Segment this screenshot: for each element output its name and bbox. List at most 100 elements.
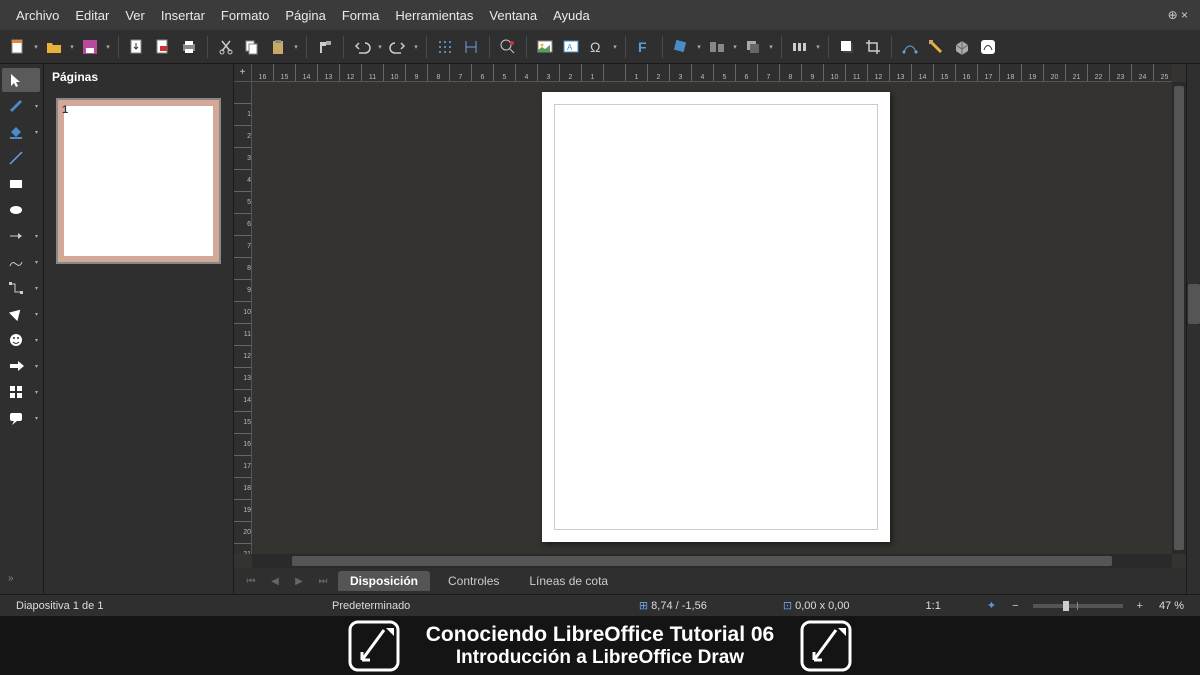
save-icon[interactable] bbox=[78, 35, 102, 59]
extrusion-icon[interactable] bbox=[950, 35, 974, 59]
menu-herramientas[interactable]: Herramientas bbox=[387, 0, 481, 30]
tool-line-color[interactable]: ▾ bbox=[2, 94, 40, 118]
status-page-style[interactable]: Predeterminado bbox=[324, 600, 418, 612]
status-scale[interactable]: 1:1 bbox=[918, 600, 949, 612]
tool-connector[interactable]: ▾ bbox=[2, 276, 40, 300]
svg-text:Ω: Ω bbox=[590, 39, 600, 55]
tool-flowchart[interactable]: ▾ bbox=[2, 380, 40, 404]
tab-nav-first-icon[interactable]: ⏮ bbox=[242, 572, 260, 590]
window-controls-icon[interactable]: ⊕ × bbox=[1164, 8, 1192, 22]
tool-ellipse[interactable] bbox=[2, 198, 40, 222]
toolbox-more-icon[interactable]: » bbox=[2, 566, 40, 590]
tool-callouts[interactable]: ▾ bbox=[2, 406, 40, 430]
align-dropdown[interactable]: ▾ bbox=[731, 43, 739, 51]
tab-disposicion[interactable]: Disposición bbox=[338, 571, 430, 591]
workspace: ▾ ▾ ▾ ▾ ▾ ▾ ▾ ▾ ▾ ▾ » Páginas 1 + 161514… bbox=[0, 64, 1200, 594]
tool-block-arrows[interactable]: ▾ bbox=[2, 354, 40, 378]
status-zoom-value[interactable]: 47 % bbox=[1151, 600, 1192, 612]
special-char-icon[interactable]: Ω bbox=[585, 35, 609, 59]
new-doc-icon[interactable] bbox=[6, 35, 30, 59]
tool-rectangle[interactable] bbox=[2, 172, 40, 196]
edit-points-icon[interactable] bbox=[898, 35, 922, 59]
tool-fill-color[interactable]: ▾ bbox=[2, 120, 40, 144]
menu-editar[interactable]: Editar bbox=[67, 0, 117, 30]
save-dropdown[interactable]: ▾ bbox=[104, 43, 112, 51]
caption-line-2: Introducción a LibreOffice Draw bbox=[426, 647, 774, 670]
align-icon[interactable] bbox=[705, 35, 729, 59]
menu-formato[interactable]: Formato bbox=[213, 0, 277, 30]
menu-ventana[interactable]: Ventana bbox=[481, 0, 545, 30]
status-save-indicator-icon[interactable]: ✦ bbox=[979, 599, 1004, 612]
video-caption: Conociendo LibreOffice Tutorial 06 Intro… bbox=[0, 616, 1200, 675]
grid-icon[interactable] bbox=[433, 35, 457, 59]
sidebar-right-collapsed[interactable] bbox=[1186, 64, 1200, 594]
tool-select[interactable] bbox=[2, 68, 40, 92]
menubar: Archivo Editar Ver Insertar Formato Pági… bbox=[0, 0, 1200, 30]
crop-icon[interactable] bbox=[861, 35, 885, 59]
copy-icon[interactable] bbox=[240, 35, 264, 59]
glue-points-icon[interactable] bbox=[924, 35, 948, 59]
transform-dropdown[interactable]: ▾ bbox=[695, 43, 703, 51]
insert-image-icon[interactable] bbox=[533, 35, 557, 59]
clone-format-icon[interactable] bbox=[313, 35, 337, 59]
tool-arrow-line[interactable]: ▾ bbox=[2, 224, 40, 248]
menu-pagina[interactable]: Página bbox=[277, 0, 333, 30]
canvas[interactable] bbox=[252, 82, 1172, 554]
zoom-slider[interactable] bbox=[1033, 604, 1123, 608]
tool-line[interactable] bbox=[2, 146, 40, 170]
special-char-dropdown[interactable]: ▾ bbox=[611, 43, 619, 51]
arrange-icon[interactable] bbox=[741, 35, 765, 59]
arrange-dropdown[interactable]: ▾ bbox=[767, 43, 775, 51]
statusbar: Diapositiva 1 de 1 Predeterminado ⊞ 8,74… bbox=[0, 594, 1200, 616]
status-object-size: ⊡ 0,00 x 0,00 bbox=[775, 599, 858, 612]
distribute-icon[interactable] bbox=[788, 35, 812, 59]
scrollbar-horizontal[interactable] bbox=[252, 554, 1172, 568]
fontwork-icon[interactable]: F bbox=[632, 35, 656, 59]
export-pdf-icon[interactable] bbox=[151, 35, 175, 59]
distribute-dropdown[interactable]: ▾ bbox=[814, 43, 822, 51]
insert-textbox-icon[interactable]: A bbox=[559, 35, 583, 59]
tab-nav-next-icon[interactable]: ▶ bbox=[290, 572, 308, 590]
tool-basic-shapes[interactable]: ▾ bbox=[2, 302, 40, 326]
caption-line-1: Conociendo LibreOffice Tutorial 06 bbox=[426, 622, 774, 647]
undo-icon[interactable] bbox=[350, 35, 374, 59]
snap-lines-icon[interactable] bbox=[459, 35, 483, 59]
menu-forma[interactable]: Forma bbox=[334, 0, 388, 30]
tab-lineas-de-cota[interactable]: Líneas de cota bbox=[517, 571, 620, 591]
export-icon[interactable] bbox=[125, 35, 149, 59]
undo-dropdown[interactable]: ▾ bbox=[376, 43, 384, 51]
transform-icon[interactable] bbox=[669, 35, 693, 59]
redo-icon[interactable] bbox=[386, 35, 410, 59]
menu-insertar[interactable]: Insertar bbox=[153, 0, 213, 30]
paste-icon[interactable] bbox=[266, 35, 290, 59]
tool-curve[interactable]: ▾ bbox=[2, 250, 40, 274]
page-canvas[interactable] bbox=[542, 92, 890, 542]
page-thumbnail-1[interactable]: 1 bbox=[56, 98, 221, 264]
cut-icon[interactable] bbox=[214, 35, 238, 59]
draw-functions-icon[interactable] bbox=[976, 35, 1000, 59]
shadow-icon[interactable] bbox=[835, 35, 859, 59]
menu-ver[interactable]: Ver bbox=[117, 0, 153, 30]
open-dropdown[interactable]: ▾ bbox=[68, 43, 76, 51]
ruler-vertical[interactable]: 1234567891011121314151617181920212223242… bbox=[234, 82, 252, 554]
ruler-horizontal[interactable]: 1615141312111098765432112345678910111213… bbox=[252, 64, 1172, 82]
menu-archivo[interactable]: Archivo bbox=[8, 0, 67, 30]
open-icon[interactable] bbox=[42, 35, 66, 59]
scrollbar-vertical[interactable] bbox=[1172, 82, 1186, 554]
pages-panel: Páginas 1 bbox=[44, 64, 234, 594]
menu-ayuda[interactable]: Ayuda bbox=[545, 0, 598, 30]
print-icon[interactable] bbox=[177, 35, 201, 59]
page-margin-guide bbox=[554, 104, 878, 530]
redo-dropdown[interactable]: ▾ bbox=[412, 43, 420, 51]
new-doc-dropdown[interactable]: ▾ bbox=[32, 43, 40, 51]
tab-nav-last-icon[interactable]: ⏭ bbox=[314, 572, 332, 590]
tab-controles[interactable]: Controles bbox=[436, 571, 511, 591]
zoom-in-icon[interactable]: + bbox=[1129, 600, 1151, 612]
tab-nav-prev-icon[interactable]: ◀ bbox=[266, 572, 284, 590]
sidebar-handle-icon[interactable] bbox=[1188, 284, 1200, 324]
paste-dropdown[interactable]: ▾ bbox=[292, 43, 300, 51]
zoom-out-icon[interactable]: − bbox=[1004, 600, 1026, 612]
tool-symbol-shapes[interactable]: ▾ bbox=[2, 328, 40, 352]
zoom-pan-icon[interactable] bbox=[496, 35, 520, 59]
ruler-origin[interactable]: + bbox=[234, 64, 252, 82]
